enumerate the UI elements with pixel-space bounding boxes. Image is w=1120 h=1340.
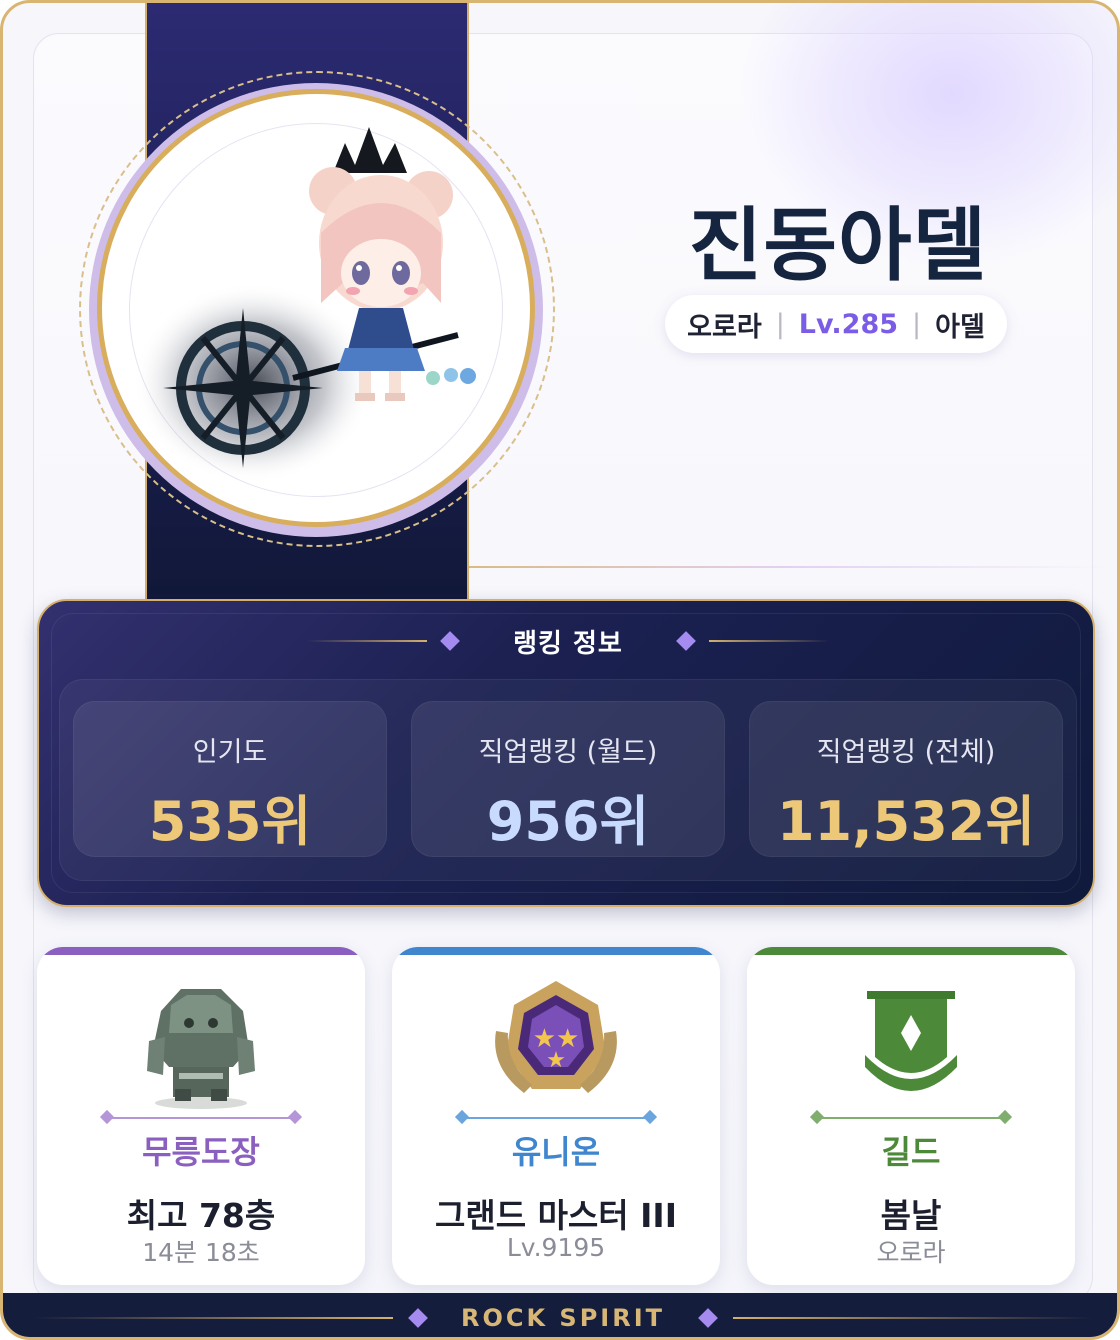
level-label: Lv.285 (798, 308, 899, 340)
rank-value: 11,532위 (776, 790, 1036, 853)
rank-value: 535위 (148, 790, 312, 853)
ranking-header: 랭킹 정보 (39, 623, 1097, 659)
character-info-pill: 오로라 | Lv.285 | 아델 (665, 295, 1007, 353)
rank-box-popularity: 인기도 535위 (73, 701, 387, 857)
card-accent-bar (747, 947, 1075, 955)
card-divider (817, 1117, 1005, 1119)
card-main-value: 그랜드 마스터 III (435, 1196, 677, 1235)
rank-box-overall-job: 직업랭킹 (전체) 11,532위 (749, 701, 1063, 857)
dojo-card: 무릉도장 최고 78층 14분 18초 (37, 947, 365, 1285)
character-avatar (133, 127, 476, 483)
pill-divider: | (775, 308, 785, 340)
guild-banner-icon (865, 991, 957, 1091)
rank-label: 인기도 (192, 737, 268, 768)
footer-ornament-line (32, 1317, 393, 1319)
card-divider (107, 1117, 295, 1119)
rank-value: 956위 (486, 790, 650, 853)
card-main-value: 최고 78층 (126, 1196, 276, 1235)
card-divider (462, 1117, 650, 1119)
card-accent-bar (392, 947, 720, 955)
card-category: 길드 (881, 1133, 941, 1171)
job-label: 아델 (935, 311, 985, 343)
rank-label: 직업랭킹 (월드) (478, 737, 658, 768)
stone-golem-icon (147, 989, 255, 1109)
header-ornament-line (708, 640, 829, 642)
diamond-icon (698, 1308, 718, 1328)
footer-bar: ROCK SPIRIT (3, 1293, 1117, 1337)
character-name: 진동아델 (688, 199, 988, 292)
union-card: ★★ ★ 유니온 그랜드 마스터 III Lv.9195 (392, 947, 720, 1285)
footer-ornament-line (733, 1317, 1094, 1319)
diamond-icon (440, 631, 461, 651)
card-sub-value: 오로라 (876, 1238, 946, 1267)
card-main-value: 봄날 (880, 1196, 942, 1235)
union-emblem-icon: ★★ ★ (495, 981, 617, 1093)
card-sub-value: 14분 18초 (142, 1238, 260, 1267)
card-sub-value: Lv.9195 (506, 1233, 606, 1262)
card-category: 유니온 (511, 1133, 601, 1171)
rank-label: 직업랭킹 (전체) (816, 737, 996, 768)
ranking-panel: 랭킹 정보 인기도 535위 직업랭킹 (월드) 956위 직업랭킹 (전체) … (37, 599, 1095, 907)
world-label: 오로라 (687, 311, 762, 343)
pill-divider: | (912, 308, 922, 340)
diamond-icon (408, 1308, 428, 1328)
header-separator (469, 566, 1109, 568)
header-ornament-line (307, 640, 428, 642)
svg-text:★: ★ (546, 1048, 566, 1073)
diamond-icon (675, 631, 696, 651)
profile-card: 진동아델 오로라 | Lv.285 | 아델 랭킹 정보 인기도 535위 직업… (0, 0, 1120, 1340)
guild-card: 길드 봄날 오로라 (747, 947, 1075, 1285)
footer-brand: ROCK SPIRIT (460, 1304, 666, 1332)
card-category: 무릉도장 (142, 1133, 260, 1171)
ranking-title: 랭킹 정보 (513, 628, 623, 659)
card-accent-bar (37, 947, 365, 955)
rank-box-world-job: 직업랭킹 (월드) 956위 (411, 701, 725, 857)
